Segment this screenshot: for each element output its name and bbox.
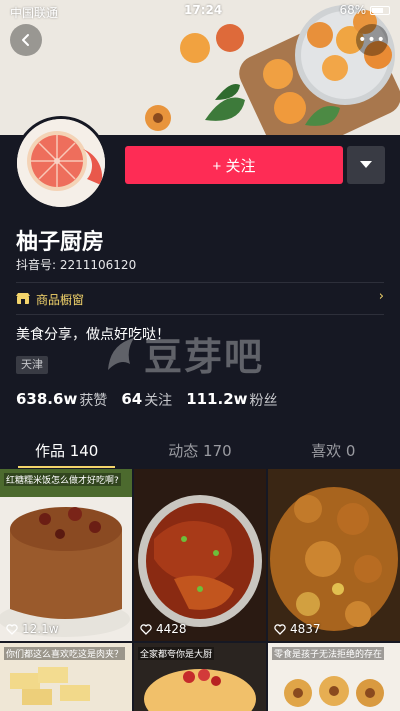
profile-cover: 中国联通 17:24 68% <box>0 0 400 135</box>
follow-button[interactable]: + 关注 <box>125 146 343 184</box>
watermark-logo-icon <box>108 337 134 370</box>
profile-tabs: 作品 140 动态 170 喜欢 0 <box>0 432 400 468</box>
triangle-down-icon <box>360 161 372 168</box>
video-caption: 零食是孩子无法拒绝的存在 <box>272 647 385 660</box>
heart-icon <box>140 623 152 635</box>
shop-window-label: 商品橱窗 <box>36 292 85 307</box>
video-thumbnail[interactable]: 零食是孩子无法拒绝的存在 <box>268 643 400 711</box>
divider <box>16 314 384 315</box>
heart-icon <box>6 623 18 635</box>
video-thumbnail[interactable]: 4837 <box>268 469 400 641</box>
battery-percent: 68% <box>339 3 367 17</box>
back-button[interactable] <box>10 24 42 56</box>
carrier-label: 中国联通 <box>10 6 59 20</box>
followers-count[interactable]: 111.2w <box>186 390 247 410</box>
profile-name: 柚子厨房 <box>16 230 105 255</box>
recommend-dropdown-button[interactable] <box>347 146 385 184</box>
watermark-text: 豆芽吧 <box>144 335 265 379</box>
tab-dynamics[interactable]: 动态 170 <box>133 432 266 468</box>
grapefruit-avatar-image <box>17 119 105 207</box>
video-caption: 红糖糯米饭怎么做才好吃啊? <box>4 473 121 486</box>
braised-meat-image <box>134 469 266 641</box>
video-likes-count: 4428 <box>156 622 187 636</box>
shop-icon <box>16 293 30 304</box>
tab-works[interactable]: 作品 140 <box>0 432 133 468</box>
heart-icon <box>274 623 286 635</box>
profile-stats: 638.6w 获赞 64 关注 111.2w 粉丝 <box>16 390 292 410</box>
chevron-right-icon: › <box>378 289 384 304</box>
watermark: 豆芽吧 <box>104 326 264 381</box>
video-thumbnail[interactable]: 4428 <box>134 469 266 641</box>
clock-label: 17:24 <box>184 3 223 17</box>
douyin-id: 抖音号: 2211106120 <box>16 258 137 272</box>
video-caption: 全家都夸你是大厨 <box>138 647 215 660</box>
video-thumbnail[interactable]: 全家都夸你是大厨 <box>134 643 266 711</box>
video-likes: 4837 <box>274 622 321 636</box>
video-likes-count: 4837 <box>290 622 321 636</box>
likes-label: 获赞 <box>79 393 108 409</box>
status-bar: 中国联通 17:24 68% <box>0 0 400 22</box>
battery-indicator: 68% <box>339 3 390 17</box>
followers-label[interactable]: 粉丝 <box>250 390 278 410</box>
more-options-button[interactable]: ••• <box>356 24 388 56</box>
chevron-left-icon <box>22 34 29 46</box>
likes-count: 638.6w <box>16 390 78 408</box>
video-thumbnail[interactable]: 红糖糯米饭怎么做才好吃啊? 12.1w <box>0 469 132 641</box>
divider <box>16 282 384 283</box>
avatar[interactable] <box>14 116 108 210</box>
video-grid: 红糖糯米饭怎么做才好吃啊? 12.1w 4428 4837 你们都这么喜欢吃这是… <box>0 469 400 711</box>
video-likes: 12.1w <box>6 622 59 636</box>
video-caption: 你们都这么喜欢吃这是肉夹？ <box>4 647 126 660</box>
tab-likes[interactable]: 喜欢 0 <box>267 432 400 468</box>
rice-dish-image <box>0 469 132 641</box>
video-likes: 4428 <box>140 622 187 636</box>
braised-chicken-image <box>268 469 400 641</box>
following-count[interactable]: 64 <box>121 390 142 410</box>
video-thumbnail[interactable]: 你们都这么喜欢吃这是肉夹？ <box>0 643 132 711</box>
more-dots-icon: ••• <box>358 32 386 48</box>
shop-window-link[interactable]: 商品橱窗 › <box>16 289 384 309</box>
battery-icon <box>370 6 390 15</box>
location-tag: 天津 <box>16 356 48 374</box>
following-label[interactable]: 关注 <box>144 390 172 410</box>
video-likes-count: 12.1w <box>22 622 59 636</box>
